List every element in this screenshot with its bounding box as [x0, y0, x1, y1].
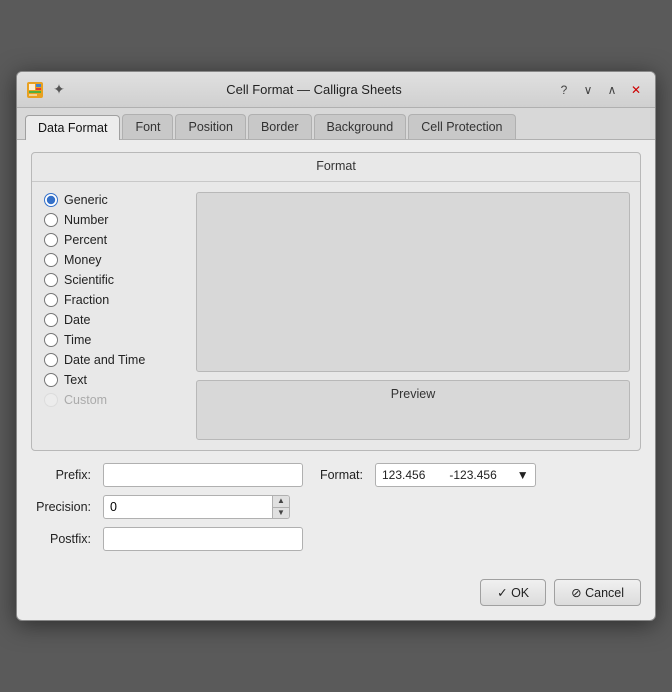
radio-scientific-label: Scientific	[64, 273, 114, 287]
radio-number[interactable]: Number	[44, 212, 180, 228]
tab-position[interactable]: Position	[175, 114, 245, 139]
pin-button[interactable]: ✦	[51, 82, 67, 98]
radio-time-label: Time	[64, 333, 91, 347]
radio-date-and-time-label: Date and Time	[64, 353, 145, 367]
help-button[interactable]: ?	[553, 79, 575, 101]
radio-fraction[interactable]: Fraction	[44, 292, 180, 308]
close-button[interactable]: ✕	[625, 79, 647, 101]
precision-up-button[interactable]: ▲	[273, 496, 289, 507]
radio-generic-label: Generic	[64, 193, 108, 207]
radio-custom[interactable]: Custom	[44, 392, 180, 408]
radio-scientific[interactable]: Scientific	[44, 272, 180, 288]
format-group-title: Format	[32, 153, 640, 182]
preview-label: Preview	[391, 387, 435, 401]
radio-date[interactable]: Date	[44, 312, 180, 328]
preview-area: Preview	[196, 380, 630, 440]
format-label: Format:	[315, 468, 363, 482]
radio-fraction-label: Fraction	[64, 293, 109, 307]
format-options-list: Generic Number Percent Money	[32, 182, 192, 450]
radio-custom-label: Custom	[64, 393, 107, 407]
prefix-format-row: Prefix: Format: 123.456 -123.456 ▼	[31, 463, 641, 487]
dialog-buttons: ✓ OK ⊘ Cancel	[17, 571, 655, 620]
minimize-button[interactable]: ∨	[577, 79, 599, 101]
precision-spinners: ▲ ▼	[273, 495, 290, 519]
main-window: ✦ Cell Format — Calligra Sheets ? ∨ ∧ ✕ …	[16, 71, 656, 621]
tab-data-format[interactable]: Data Format	[25, 115, 120, 140]
radio-money[interactable]: Money	[44, 252, 180, 268]
tab-cell-protection[interactable]: Cell Protection	[408, 114, 515, 139]
format-options-area	[196, 192, 630, 372]
format-option2: -123.456	[449, 468, 496, 482]
radio-number-label: Number	[64, 213, 108, 227]
precision-label: Precision:	[31, 500, 91, 514]
main-content: Format Generic Number Percent	[17, 140, 655, 571]
window-controls: ? ∨ ∧ ✕	[553, 79, 647, 101]
tab-font[interactable]: Font	[122, 114, 173, 139]
precision-row: Precision: ▲ ▼	[31, 495, 641, 519]
tab-background[interactable]: Background	[314, 114, 407, 139]
ok-button[interactable]: ✓ OK	[480, 579, 546, 606]
titlebar: ✦ Cell Format — Calligra Sheets ? ∨ ∧ ✕	[17, 72, 655, 108]
tab-bar: Data Format Font Position Border Backgro…	[17, 108, 655, 140]
postfix-label: Postfix:	[31, 532, 91, 546]
prefix-input[interactable]	[103, 463, 303, 487]
precision-down-button[interactable]: ▼	[273, 507, 289, 519]
cancel-button[interactable]: ⊘ Cancel	[554, 579, 641, 606]
radio-money-label: Money	[64, 253, 102, 267]
radio-time[interactable]: Time	[44, 332, 180, 348]
radio-generic[interactable]: Generic	[44, 192, 180, 208]
format-dropdown[interactable]: 123.456 -123.456 ▼	[375, 463, 536, 487]
radio-text[interactable]: Text	[44, 372, 180, 388]
postfix-row: Postfix:	[31, 527, 641, 551]
format-right-panel: Preview	[192, 182, 640, 450]
precision-wrap: ▲ ▼	[103, 495, 290, 519]
format-group: Format Generic Number Percent	[31, 152, 641, 451]
prefix-label: Prefix:	[31, 468, 91, 482]
postfix-input[interactable]	[103, 527, 303, 551]
maximize-button[interactable]: ∧	[601, 79, 623, 101]
precision-input[interactable]	[103, 495, 273, 519]
format-option1: 123.456	[382, 468, 425, 482]
radio-percent-label: Percent	[64, 233, 107, 247]
app-icon	[25, 80, 45, 100]
window-title: Cell Format — Calligra Sheets	[75, 82, 553, 97]
format-body: Generic Number Percent Money	[32, 182, 640, 450]
radio-date-label: Date	[64, 313, 90, 327]
dropdown-arrow-icon: ▼	[517, 468, 529, 482]
radio-percent[interactable]: Percent	[44, 232, 180, 248]
radio-text-label: Text	[64, 373, 87, 387]
radio-date-and-time[interactable]: Date and Time	[44, 352, 180, 368]
tab-border[interactable]: Border	[248, 114, 312, 139]
